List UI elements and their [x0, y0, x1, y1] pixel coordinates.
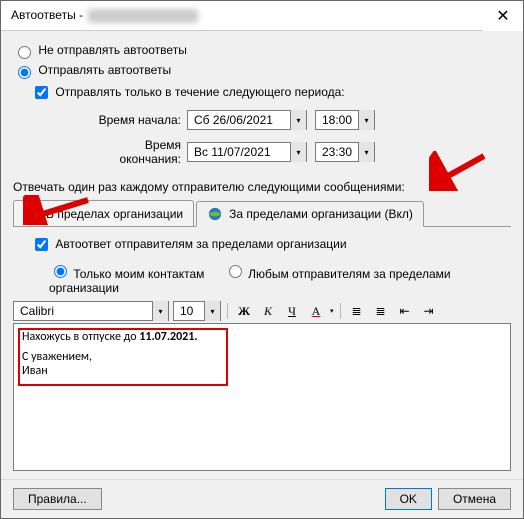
font-value: Calibri [14, 304, 152, 318]
radio-any-sender[interactable] [229, 265, 242, 278]
message-line2: С уважением, [22, 350, 502, 364]
end-date-value: Вс 11/07/2021 [188, 145, 290, 159]
msg-text: Нахожусь в отпуске до [22, 330, 139, 344]
window-title: Автоответы - [11, 8, 483, 23]
tab-inside-label: В пределах организации [46, 207, 183, 221]
tab-outside-org[interactable]: За пределами организации (Вкл) [196, 201, 424, 227]
outside-checkbox-row: Автоответ отправителям за пределами орга… [31, 235, 511, 254]
end-label: Время окончания: [83, 138, 187, 166]
chevron-down-icon: ▾ [358, 110, 374, 130]
bullet-list-icon: ≣ [351, 304, 361, 319]
radio-no-send-row: Не отправлять автоответы [13, 43, 511, 59]
radio-only-contacts-label[interactable]: Только моим контактам [49, 267, 208, 281]
end-date-combo[interactable]: Вс 11/07/2021 ▾ [187, 142, 307, 162]
end-time-value: 23:30 [316, 145, 358, 159]
bold-button[interactable]: Ж [234, 301, 254, 321]
period-checkbox-row: Отправлять только в течение следующего п… [31, 83, 511, 102]
start-row: Время начала: Сб 26/06/2021 ▾ 18:00 ▾ [83, 110, 511, 130]
radio-send-label[interactable]: Отправлять автоответы [13, 63, 171, 77]
number-list-button[interactable]: ≣ [371, 301, 391, 321]
rules-button[interactable]: Правила... [13, 488, 102, 510]
italic-button[interactable]: К [258, 301, 278, 321]
dialog-footer: Правила... OK Отмена [1, 479, 523, 518]
outside-checkbox-label[interactable]: Автоответ отправителям за пределами орга… [31, 237, 347, 251]
size-value: 10 [174, 304, 204, 318]
message-line3: Иван [22, 364, 502, 378]
outside-scope-row: Только моим контактам Любым отправителям… [49, 262, 511, 295]
size-combo[interactable]: 10 ▾ [173, 301, 221, 321]
radio-send[interactable] [18, 66, 31, 79]
indent-button[interactable]: ⇥ [419, 301, 439, 321]
period-checkbox-label[interactable]: Отправлять только в течение следующего п… [31, 85, 345, 99]
separator [227, 303, 228, 319]
end-row: Время окончания: Вс 11/07/2021 ▾ 23:30 ▾ [83, 138, 511, 166]
separator [340, 303, 341, 319]
font-color-button[interactable]: A [306, 301, 326, 321]
tabs: В пределах организации За пределами орга… [13, 200, 511, 227]
message-editor[interactable]: Нахожусь в отпуске до 11.07.2021. С уваж… [13, 323, 511, 471]
cancel-button[interactable]: Отмена [438, 488, 511, 510]
period-checkbox[interactable] [35, 86, 48, 99]
chevron-down-icon: ▾ [290, 142, 306, 162]
globe-icon [207, 206, 223, 222]
font-color-icon: A [312, 304, 321, 319]
start-date-value: Сб 26/06/2021 [188, 113, 290, 127]
indent-icon: ⇥ [423, 304, 433, 319]
period-checkbox-text: Отправлять только в течение следующего п… [55, 85, 344, 99]
ok-button[interactable]: OK [385, 488, 432, 510]
tab-outside-label: За пределами организации (Вкл) [229, 207, 413, 221]
chevron-down-icon: ▾ [204, 301, 220, 321]
msg-date-bold: 11.07.2021. [139, 330, 197, 344]
chevron-down-icon: ▾ [358, 142, 374, 162]
chevron-down-icon: ▾ [152, 301, 168, 321]
autoreply-dialog: Автоответы - ✕ Не отправлять автоответы … [0, 0, 524, 519]
font-combo[interactable]: Calibri ▾ [13, 301, 169, 321]
outside-checkbox[interactable] [35, 238, 48, 251]
dialog-body: Не отправлять автоответы Отправлять авто… [1, 31, 523, 479]
chevron-down-icon: ▾ [290, 110, 306, 130]
account-name-blurred [88, 9, 198, 23]
start-time-combo[interactable]: 18:00 ▾ [315, 110, 375, 130]
start-label: Время начала: [83, 113, 187, 127]
bullet-list-button[interactable]: ≣ [347, 301, 367, 321]
titlebar: Автоответы - ✕ [1, 1, 523, 31]
radio-only-contacts-text: Только моим контактам [73, 267, 204, 281]
radio-send-row: Отправлять автоответы [13, 63, 511, 79]
start-time-value: 18:00 [316, 113, 358, 127]
radio-send-text: Отправлять автоответы [38, 63, 171, 77]
radio-no-send-label[interactable]: Не отправлять автоответы [13, 43, 187, 57]
start-date-combo[interactable]: Сб 26/06/2021 ▾ [187, 110, 307, 130]
tab-inside-org[interactable]: В пределах организации [13, 200, 194, 226]
outside-checkbox-text: Автоответ отправителям за пределами орга… [55, 237, 346, 251]
close-icon: ✕ [496, 8, 509, 25]
title-text: Автоответы - [11, 8, 86, 22]
radio-only-contacts[interactable] [54, 265, 67, 278]
format-toolbar: Calibri ▾ 10 ▾ Ж К Ч A ▾ ≣ ≣ ⇤ ⇥ [13, 301, 511, 321]
radio-no-send-text: Не отправлять автоответы [38, 43, 186, 57]
chevron-down-icon: ▾ [330, 307, 334, 315]
outdent-button[interactable]: ⇤ [395, 301, 415, 321]
message-line1: Нахожусь в отпуске до 11.07.2021. [22, 330, 502, 344]
close-button[interactable]: ✕ [483, 1, 523, 31]
end-time-combo[interactable]: 23:30 ▾ [315, 142, 375, 162]
number-list-icon: ≣ [375, 304, 385, 319]
underline-button[interactable]: Ч [282, 301, 302, 321]
reply-section-label: Отвечать один раз каждому отправителю сл… [13, 180, 511, 194]
radio-no-send[interactable] [18, 46, 31, 59]
people-icon [24, 206, 40, 222]
outdent-icon: ⇤ [399, 304, 409, 319]
